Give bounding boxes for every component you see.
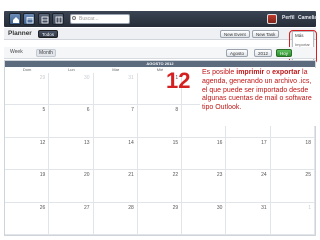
annotation-text: Es posible imprimir o exportar la agenda… [200,68,316,126]
home-icon[interactable] [9,13,21,25]
day-number: 30 [84,75,90,81]
calendar-icon[interactable] [23,13,35,25]
calendar-day-cell[interactable]: 22 [137,170,183,203]
day-number: 8 [175,107,179,114]
app-toolbar: Buscar... Perfil Camelia [4,11,317,27]
calendar-day-cell[interactable]: 16 [182,137,227,171]
annotation-bold-1: imprimir [236,69,265,76]
day-number: 29 [172,204,179,211]
calendar-day-cell[interactable]: 6 [49,105,94,138]
calendar-day-cell[interactable]: 19 [5,170,50,203]
planner-bar: Planner Todos New Event New Task [4,28,316,40]
filter-dropdown[interactable]: Todos [38,30,59,38]
calendar-day-cell[interactable]: 15 [137,137,183,171]
day-number: 24 [261,172,267,179]
day-number: 31 [261,204,267,211]
profile-link[interactable]: Perfil [282,15,295,21]
day-number: 5 [42,107,46,114]
day-number: 15 [172,139,179,146]
day-number: 27 [84,204,90,211]
search-icon [72,16,76,20]
today-button[interactable]: Hoy [276,49,293,57]
day-number: 23 [216,172,223,179]
calendar-day-cell[interactable]: 25 [270,170,315,203]
day-number: 20 [84,172,90,179]
day-number: 16 [216,139,223,146]
day-number: 14 [128,139,134,146]
calendar-day-cell[interactable]: 1 [270,202,315,235]
day-number: 30 [216,204,223,211]
calendar-day-cell[interactable]: 27 [49,202,94,235]
calendar-day-cell[interactable]: 31 [93,73,138,106]
day-number: 26 [39,204,46,211]
calendar-day-cell[interactable]: 29 [137,202,183,235]
calendar-day-cell[interactable]: 7 [93,105,138,138]
calendar-day-cell[interactable]: 23 [182,170,227,203]
tab-month[interactable]: Month [36,49,56,57]
day-number: 6 [86,107,90,114]
day-number: 21 [128,172,134,179]
day-number: 22 [172,172,179,179]
calendar-day-cell[interactable]: 12 [5,137,50,171]
new-task-button[interactable]: New Task [252,30,280,38]
day-number: 31 [128,75,134,81]
annotation-bold-2: exportar [272,69,301,76]
avatar[interactable] [267,14,277,24]
calendar-day-cell[interactable]: 26 [5,202,50,235]
calendar-day-cell[interactable]: 17 [226,137,271,171]
calendar-day-cell[interactable]: 29 [5,73,50,106]
calendar-day-cell[interactable]: 8 [137,105,183,138]
search-input[interactable]: Buscar... [70,14,130,24]
view-bar: Week Month Agosto 2012 Hoy [4,47,316,59]
day-number: 19 [39,172,46,179]
day-number: 12 [39,139,46,146]
new-event-button[interactable]: New Event [220,30,250,38]
calendar-day-cell[interactable]: 5 [5,105,50,138]
day-number: 18 [305,139,311,146]
day-number: 28 [128,204,134,211]
calendar-day-cell[interactable]: 30 [49,73,94,106]
day-number: 17 [261,139,267,146]
notes-icon[interactable] [52,13,64,25]
calendar-day-cell[interactable]: 20 [49,170,94,203]
year-select[interactable]: 2012 [254,49,273,57]
month-select[interactable]: Agosto [226,49,249,57]
day-number: 1 [308,204,311,211]
search-placeholder: Buscar... [79,16,99,22]
day-number: 25 [305,172,311,179]
calendar-day-cell[interactable]: 14 [93,137,138,171]
step-number: 12 [166,68,191,93]
calendar-day-cell[interactable]: 13 [49,137,94,171]
calendar-day-cell[interactable]: 31 [226,202,271,235]
annotation-text-1: Es posible [202,69,237,76]
calendar-day-cell[interactable]: 30 [182,202,227,235]
contacts-icon[interactable] [38,13,50,25]
calendar-day-cell[interactable]: 24 [226,170,271,203]
calendar-day-cell[interactable]: 28 [93,202,138,235]
annotation-text-2: o [264,69,273,76]
tab-week[interactable]: Week [10,49,23,55]
day-number: 7 [131,107,134,114]
day-number: 29 [39,75,46,81]
calendar-day-cell[interactable]: 21 [93,170,138,203]
calendar-day-cell[interactable]: 18 [270,137,315,171]
page-title: Planner [8,30,32,37]
account-menu[interactable]: Camelia [298,15,317,21]
day-number: 13 [84,139,90,146]
